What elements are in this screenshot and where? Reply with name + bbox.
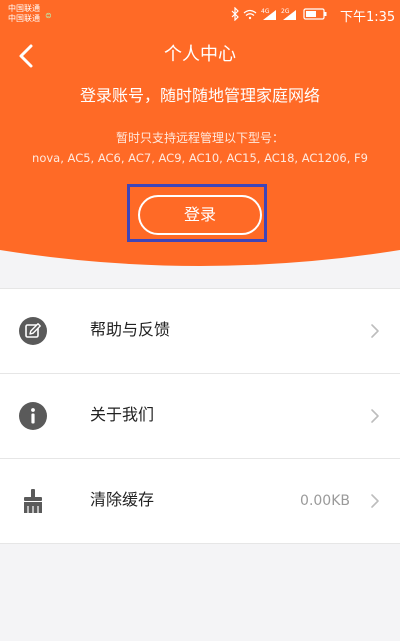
header-subtitle: 登录账号，随时随地管理家庭网络 xyxy=(79,86,320,105)
signal-4g-icon: 4G xyxy=(261,8,276,20)
supported-models-note: 暂时只支持远程管理以下型号： xyxy=(115,131,284,145)
back-button[interactable] xyxy=(10,38,46,74)
status-bar: 中国联通 中国联通 ⊜ 4G 2G 下午1:35 xyxy=(0,0,400,28)
wifi-icon xyxy=(243,9,257,20)
header-panel: 中国联通 中国联通 ⊜ 4G 2G 下午1:35 个人中心 登录账号，随时随地管… xyxy=(0,0,400,290)
info-icon xyxy=(19,402,47,430)
carrier-label-1: 中国联通 xyxy=(8,4,40,13)
menu-item-help-feedback[interactable]: 帮助与反馈 xyxy=(0,288,400,374)
broom-icon xyxy=(24,489,42,513)
network-type-1: 4G xyxy=(261,8,270,15)
chevron-right-icon xyxy=(371,324,379,338)
settings-menu: 帮助与反馈 关于我们 清除缓存 0.00KB xyxy=(0,288,400,544)
supported-models-list: nova, AC5, AC6, AC7, AC9, AC10, AC15, AC… xyxy=(32,151,368,165)
cache-size-value: 0.00KB xyxy=(300,493,350,509)
network-type-2: 2G xyxy=(281,8,290,15)
personal-center-screen: 中国联通 中国联通 ⊜ 4G 2G 下午1:35 个人中心 登录账号，随时随地管… xyxy=(0,0,400,641)
status-icons: 4G 2G xyxy=(230,7,340,21)
menu-item-label: 帮助与反馈 xyxy=(90,320,171,339)
battery-icon xyxy=(303,8,327,20)
bluetooth-icon xyxy=(231,7,239,21)
login-button[interactable]: 登录 xyxy=(138,195,262,235)
chevron-left-icon xyxy=(19,44,33,68)
menu-item-clear-cache[interactable]: 清除缓存 0.00KB xyxy=(0,459,400,544)
feedback-edit-icon xyxy=(19,317,47,345)
menu-item-label: 关于我们 xyxy=(90,405,155,424)
sim-icon: ⊜ xyxy=(45,11,52,20)
carrier-label-2: 中国联通 xyxy=(8,14,40,23)
menu-item-about-us[interactable]: 关于我们 xyxy=(0,374,400,459)
page-title: 个人中心 xyxy=(164,44,236,65)
status-time: 下午1:35 xyxy=(340,10,396,25)
chevron-right-icon xyxy=(371,409,379,423)
chevron-right-icon xyxy=(371,494,379,508)
menu-item-label: 清除缓存 xyxy=(90,490,155,509)
signal-2g-icon: 2G xyxy=(281,8,296,20)
